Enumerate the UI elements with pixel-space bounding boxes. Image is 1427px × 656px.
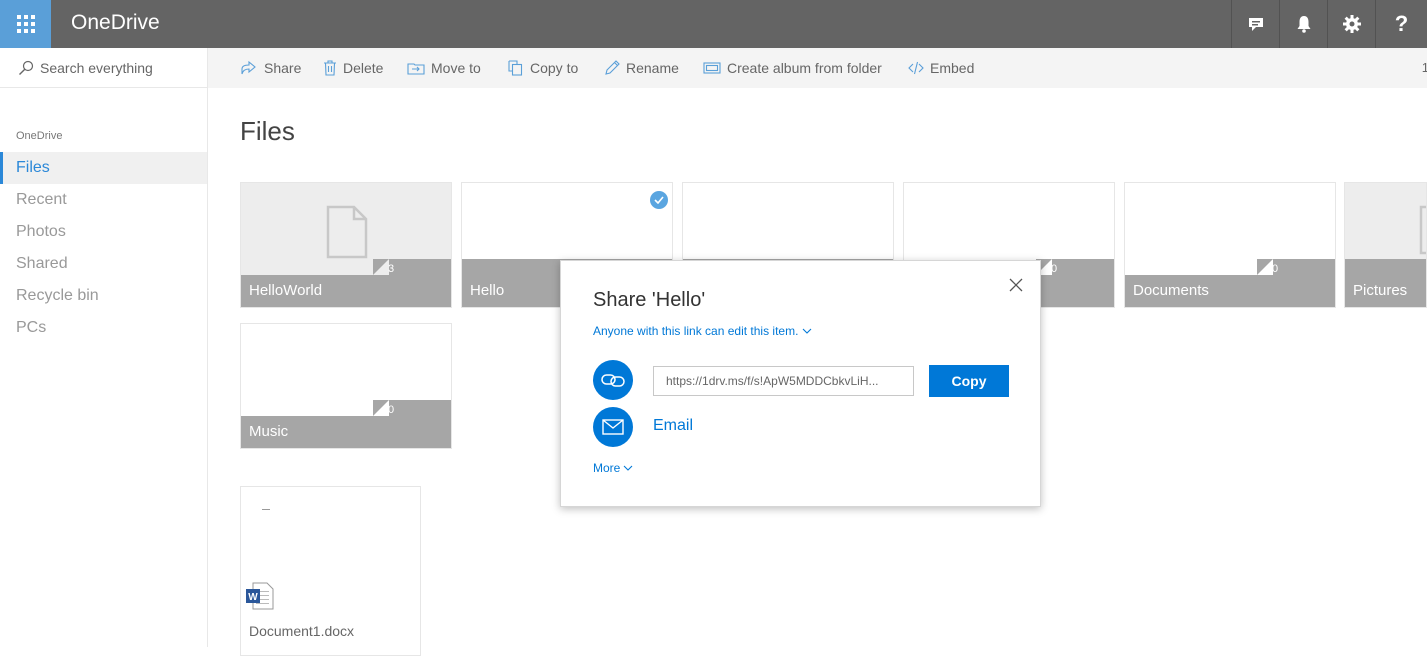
share-link-field[interactable] (653, 366, 914, 396)
nav-item-pcs[interactable]: PCs (0, 312, 207, 344)
tile-tab (241, 400, 373, 416)
move-icon (407, 63, 425, 75)
copy-button[interactable]: Copy (929, 365, 1009, 397)
svg-text:W: W (248, 592, 258, 603)
tile-notch (373, 259, 389, 275)
move-to-command[interactable]: Move to (407, 48, 481, 88)
folder-name: Pictures (1353, 282, 1408, 299)
bell-icon (1297, 16, 1310, 33)
file-name: Document1.docx (249, 623, 355, 639)
search-input[interactable]: Search everything (40, 60, 153, 76)
tile-strip: 3 HelloWorld (241, 259, 451, 307)
create-album-command[interactable]: Create album from folder (703, 48, 882, 88)
mail-icon (602, 419, 624, 435)
nav-item-shared[interactable]: Shared (0, 248, 207, 280)
file-icon (326, 205, 368, 259)
rename-command-label: Rename (626, 60, 679, 76)
link-icon (601, 374, 625, 387)
tile-tab (1125, 259, 1257, 275)
tile-strip: 0 Music (241, 400, 451, 448)
tile-tab (241, 259, 373, 275)
nav-item-recycle-bin[interactable]: Recycle bin (0, 280, 207, 312)
search-icon (19, 60, 34, 75)
rename-command[interactable]: Rename (604, 48, 679, 88)
folder-count: 0 (1272, 263, 1279, 275)
app-title[interactable]: OneDrive (71, 11, 160, 35)
email-link[interactable]: Email (653, 417, 693, 435)
copy-to-command[interactable]: Copy to (508, 48, 578, 88)
pencil-icon (605, 60, 620, 75)
nav-item-files[interactable]: Files (0, 152, 207, 184)
more-dropdown[interactable]: More (593, 461, 633, 475)
page-title: Files (240, 116, 295, 146)
word-doc-icon: W (246, 582, 274, 610)
file-tile-document1[interactable]: W Document1.docx (240, 486, 421, 656)
move-to-command-label: Move to (431, 60, 481, 76)
delete-command-label: Delete (343, 60, 384, 76)
folder-name: Music (249, 423, 289, 440)
dialog-title: Share 'Hello' (593, 289, 706, 311)
share-dialog: Share 'Hello' Anyone with this link can … (560, 260, 1041, 507)
share-command-label: Share (264, 60, 302, 76)
share-command[interactable]: Share (240, 48, 301, 88)
settings-button[interactable] (1327, 0, 1375, 48)
nav-item-photos[interactable]: Photos (0, 216, 207, 248)
tile-strip: Pictures (1345, 259, 1426, 307)
share-icon (241, 60, 256, 75)
chevron-down-icon (623, 465, 633, 471)
nav-item-recent[interactable]: Recent (0, 184, 207, 216)
search-box[interactable]: Search everything (0, 48, 207, 88)
permission-label: Anyone with this link can edit this item… (593, 324, 799, 338)
delete-command[interactable]: Delete (323, 48, 383, 88)
tile-strip: 0 Documents (1125, 259, 1335, 307)
folder-count: 0 (388, 404, 395, 416)
embed-command-label: Embed (930, 60, 975, 76)
album-icon (703, 62, 721, 74)
folder-count: 0 (1051, 263, 1058, 275)
folder-tile-music[interactable]: 0 Music (240, 323, 452, 449)
folder-name: Hello (470, 282, 505, 299)
help-button[interactable]: ? (1375, 0, 1427, 48)
chevron-down-icon (803, 328, 812, 334)
trash-icon (324, 60, 336, 76)
folder-name: Documents (1133, 282, 1209, 299)
embed-command[interactable]: Embed (908, 48, 974, 88)
code-icon (908, 61, 924, 75)
email-button[interactable] (593, 407, 633, 447)
folder-tile-helloworld[interactable]: 3 HelloWorld (240, 182, 452, 308)
document-preview-line (262, 509, 270, 510)
top-bar: OneDrive ? (0, 0, 1427, 48)
close-icon[interactable] (1008, 277, 1024, 293)
folder-name: HelloWorld (249, 282, 323, 299)
nav-caption: OneDrive (16, 130, 63, 142)
help-icon: ? (1394, 11, 1409, 36)
chat-icon (1248, 18, 1263, 31)
file-icon (1419, 205, 1426, 255)
waffle-icon (16, 15, 35, 33)
permission-dropdown[interactable]: Anyone with this link can edit this item… (593, 324, 812, 338)
left-navigation: Search everything OneDrive Files Recent … (0, 48, 208, 647)
notifications-button[interactable] (1279, 0, 1327, 48)
folder-tile-documents[interactable]: 0 Documents (1124, 182, 1336, 308)
folder-tile-pictures[interactable]: Pictures (1344, 182, 1427, 308)
selected-check-icon[interactable] (650, 191, 668, 209)
feedback-button[interactable] (1231, 0, 1279, 48)
command-bar: Share Delete Move to Copy to Rename Crea… (208, 48, 1427, 88)
more-label: More (593, 461, 621, 475)
app-launcher-button[interactable] (0, 0, 51, 48)
create-album-command-label: Create album from folder (727, 60, 882, 76)
copy-icon (508, 60, 523, 76)
get-link-button[interactable] (593, 360, 633, 400)
tile-notch (373, 400, 389, 416)
folder-count: 3 (388, 263, 395, 275)
gear-icon (1342, 15, 1361, 33)
command-overflow: 1 (1421, 60, 1427, 75)
copy-to-command-label: Copy to (530, 60, 579, 76)
tile-notch (1257, 259, 1273, 275)
